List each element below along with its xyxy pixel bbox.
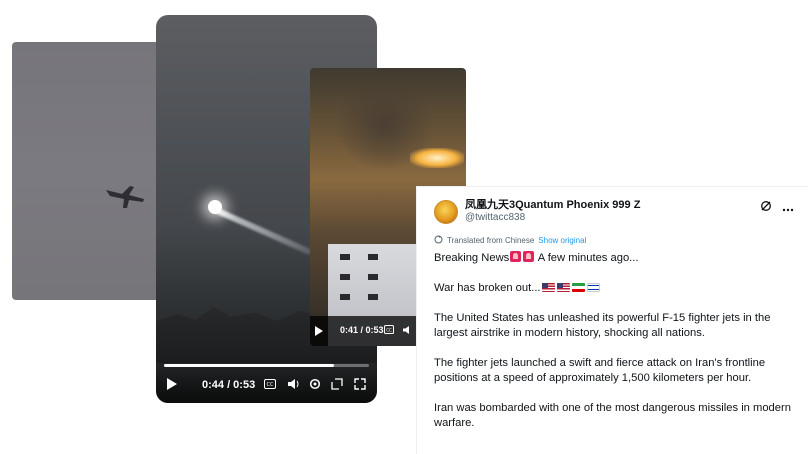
tweet-tools xyxy=(760,199,794,215)
tweet-paragraph: The fighter jets launched a swift and fi… xyxy=(434,357,766,384)
more-options-icon[interactable] xyxy=(782,199,794,215)
fire-glow xyxy=(410,148,464,168)
iran-flag-icon xyxy=(571,283,585,292)
jet-photo xyxy=(12,42,180,300)
volume-icon[interactable] xyxy=(287,378,300,390)
volume-icon[interactable] xyxy=(402,325,413,335)
settings-icon[interactable] xyxy=(309,378,321,390)
video-time: 0:44 / 0:53 xyxy=(202,379,256,391)
tweet-header: 凤凰九天3Quantum Phoenix 999 Z @twittacc838 xyxy=(434,199,794,224)
tweet-line-2: War has broken out... xyxy=(434,281,794,296)
translation-notice: Translated from Chinese Show original xyxy=(434,235,794,246)
play-icon[interactable] xyxy=(166,377,178,391)
tweet-paragraph: The United States has unleashed its powe… xyxy=(434,312,771,339)
miniplayer-icon[interactable] xyxy=(331,378,343,390)
cc-icon[interactable]: CC xyxy=(264,379,276,389)
missile-trail xyxy=(209,205,313,256)
missile-flare xyxy=(208,200,222,214)
show-original-link[interactable]: Show original xyxy=(538,236,586,245)
video-progress-fill xyxy=(164,364,335,367)
display-name[interactable]: 凤凰九天3Quantum Phoenix 999 Z xyxy=(465,199,640,212)
video-progress-bar[interactable] xyxy=(164,364,369,367)
fighter-jet-icon xyxy=(106,186,144,208)
play-icon[interactable] xyxy=(314,325,324,337)
translate-icon xyxy=(434,235,443,246)
breaking-news-text: Breaking News xyxy=(434,252,510,264)
us-flag-icon xyxy=(556,283,570,292)
cc-icon[interactable]: CC xyxy=(384,325,394,334)
us-flag-icon xyxy=(541,283,555,292)
avatar[interactable] xyxy=(434,200,458,224)
tweet-paragraph: Iran was bombarded with one of the most … xyxy=(434,402,791,429)
time-ago-text: A few minutes ago... xyxy=(537,252,639,264)
israel-flag-icon xyxy=(586,283,600,292)
svg-text:CC: CC xyxy=(386,327,392,332)
fullscreen-icon[interactable] xyxy=(354,378,366,390)
war-text: War has broken out... xyxy=(434,282,541,294)
user-handle[interactable]: @twittacc838 xyxy=(465,212,640,224)
siren-icon xyxy=(510,251,522,262)
tweet-card: 凤凰九天3Quantum Phoenix 999 Z @twittacc838 … xyxy=(416,186,808,454)
svg-text:CC: CC xyxy=(267,382,274,388)
video-controls: 0:44 / 0:53 CC xyxy=(156,359,377,403)
translated-label: Translated from Chinese xyxy=(447,236,535,245)
video-time: 0:41 / 0:53 xyxy=(340,325,384,335)
tweet-body: Breaking News A few minutes ago... War h… xyxy=(434,251,794,431)
grok-icon[interactable] xyxy=(760,199,772,215)
tweet-line-1: Breaking News A few minutes ago... xyxy=(434,251,794,266)
siren-icon xyxy=(523,251,535,262)
